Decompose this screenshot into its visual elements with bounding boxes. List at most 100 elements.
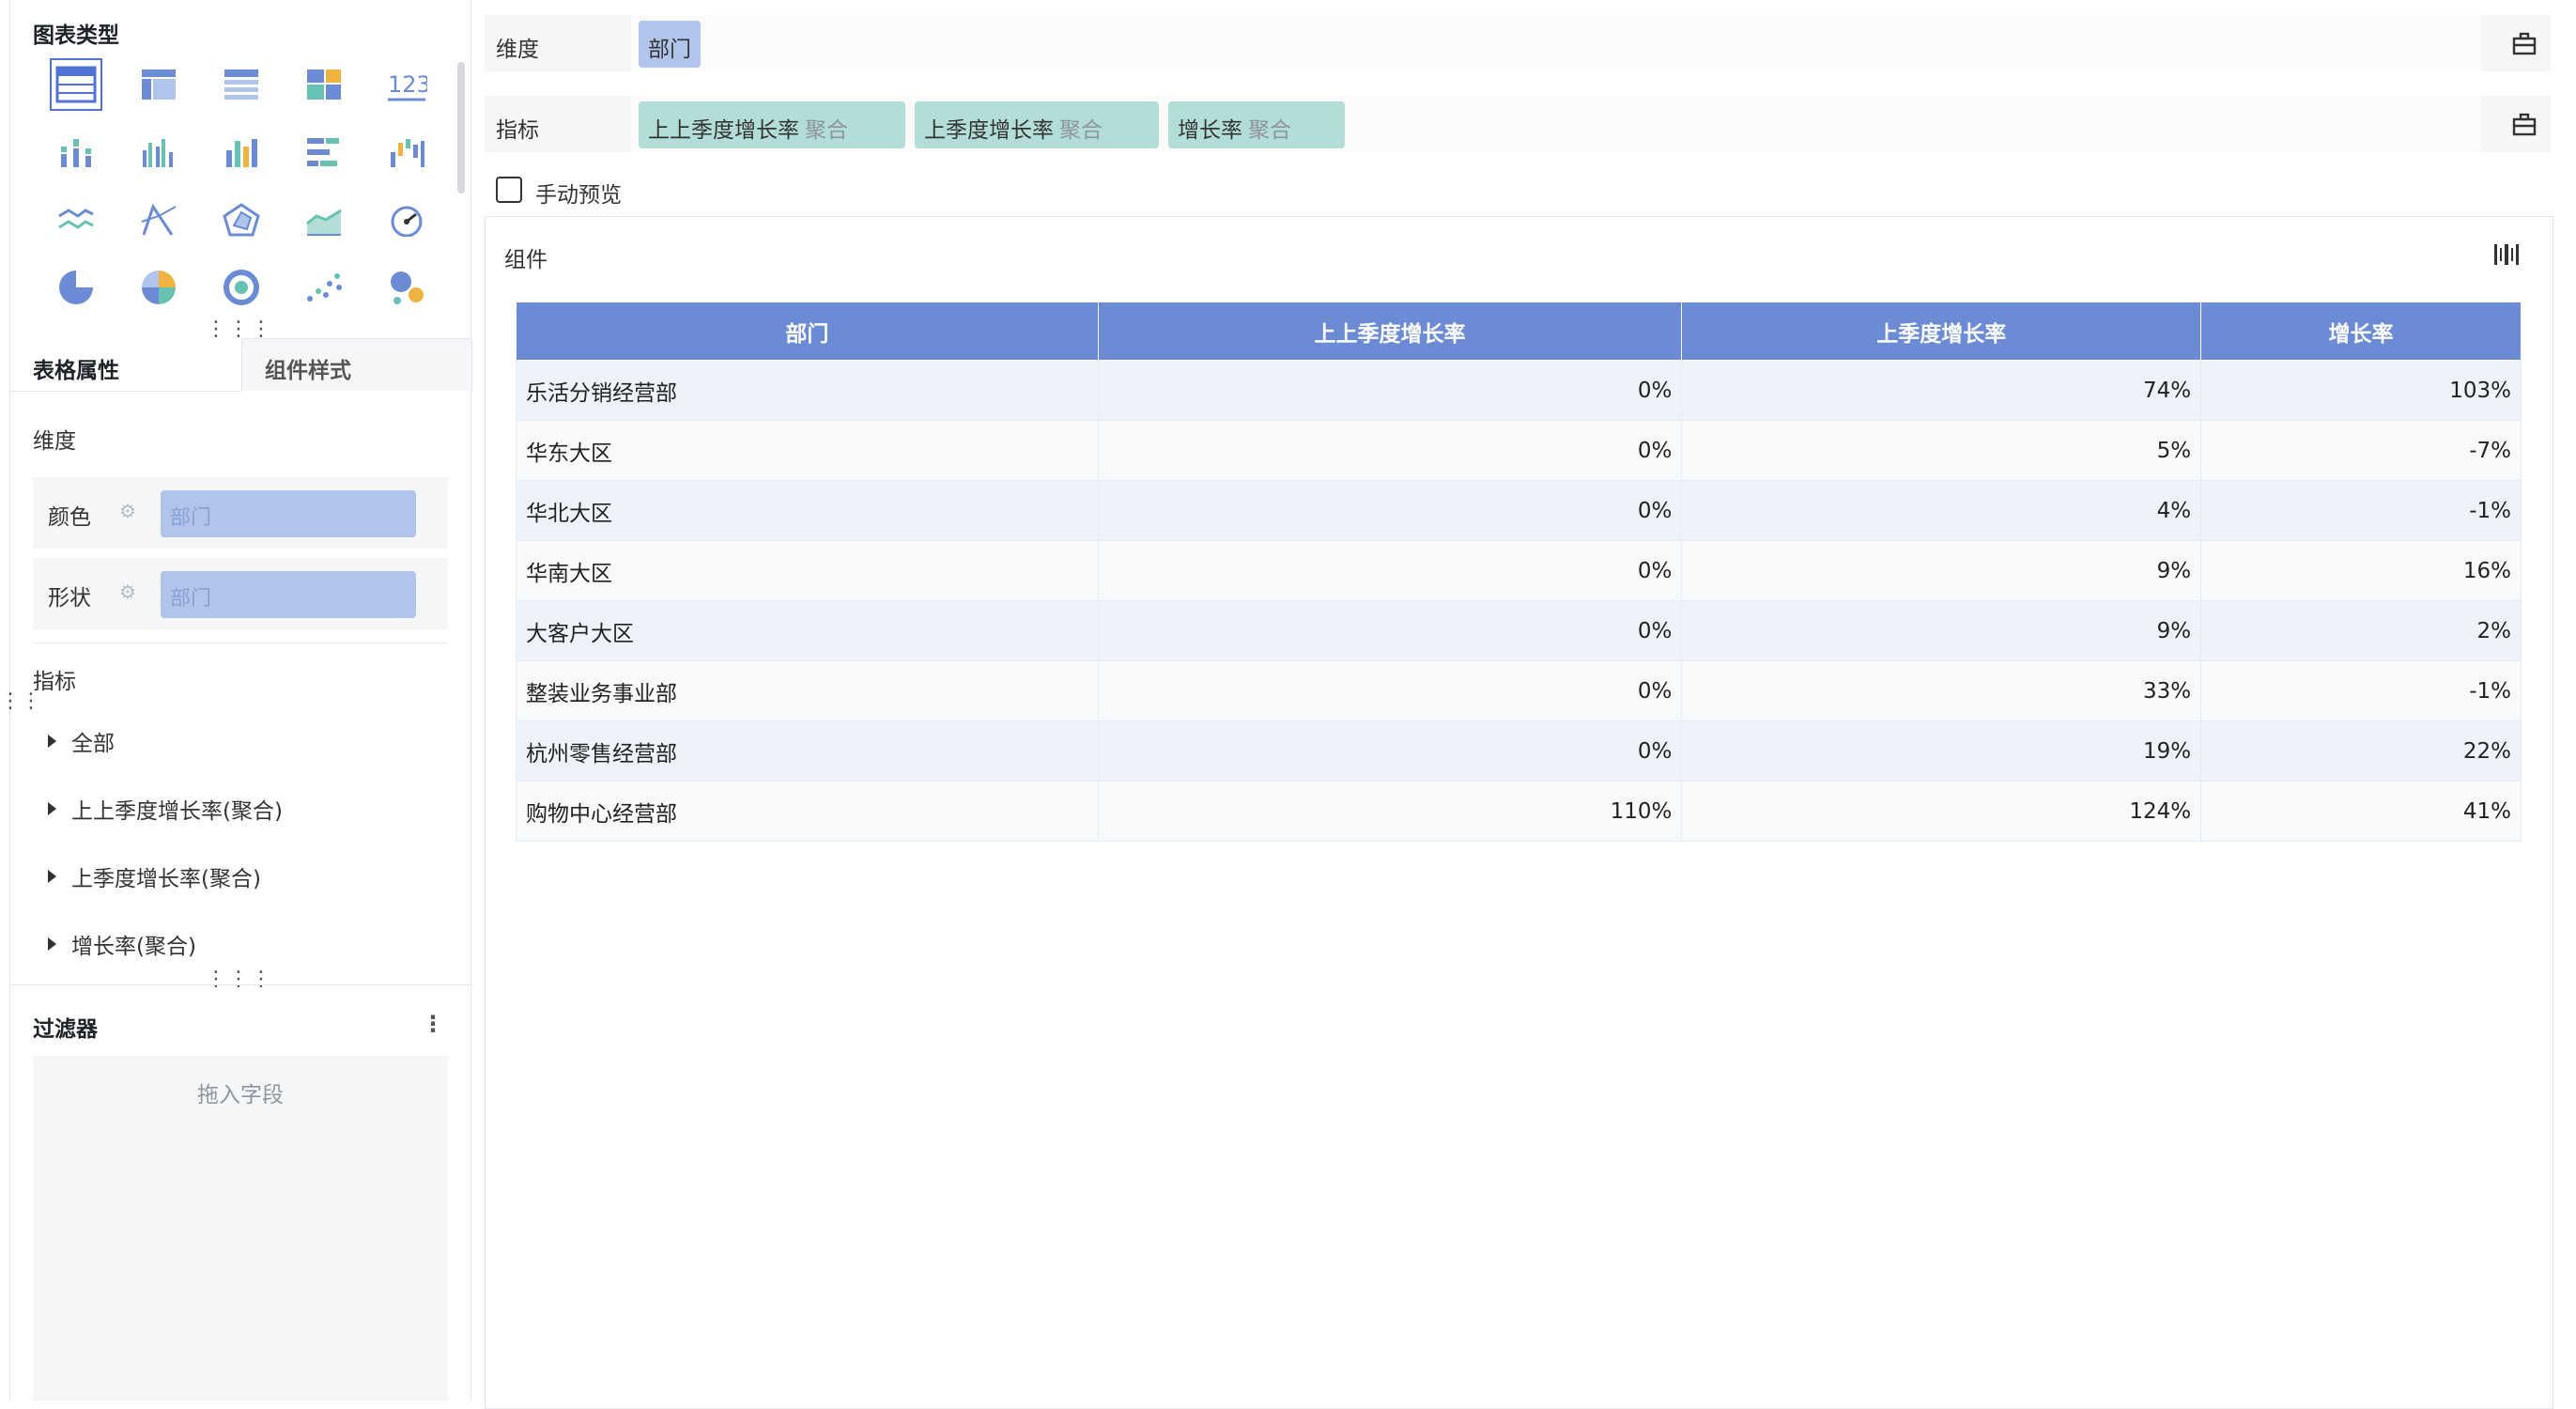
dimension-chip[interactable]: 部门 <box>639 21 701 68</box>
area-chart-icon[interactable] <box>298 194 350 246</box>
detail-table-icon[interactable] <box>215 58 268 111</box>
value-cell: 103% <box>2200 360 2522 421</box>
value-cell: 4% <box>1681 480 2202 541</box>
value-cell: 22% <box>2200 720 2522 782</box>
column-header[interactable]: 上上季度增长率 <box>1097 302 1683 361</box>
metric-chip-name: 增长率 <box>1178 118 1242 143</box>
value-cell: 0% <box>1097 360 1683 421</box>
resize-handle[interactable]: ⋮⋮⋮ <box>206 969 273 990</box>
kpi-number-icon[interactable]: 123 <box>380 58 433 111</box>
line-chart-icon[interactable] <box>50 194 102 246</box>
tree-item-growth[interactable]: 增长率(聚合) <box>48 928 196 960</box>
column-header[interactable]: 增长率 <box>2200 302 2522 361</box>
caret-right-icon <box>48 870 56 883</box>
shape-field-pill[interactable]: 部门 <box>161 571 416 618</box>
dimension-drop-zone[interactable]: 部门 <box>631 15 2481 71</box>
waterfall-icon[interactable] <box>380 126 433 178</box>
tree-item-qoq2[interactable]: 上上季度增长率(聚合) <box>48 793 283 825</box>
filter-title: 过滤器 <box>33 1017 98 1042</box>
panel-drag-handle[interactable]: ⋮⋮ <box>0 691 41 712</box>
column-chart-icon[interactable] <box>215 126 268 178</box>
dept-cell: 乐活分销经营部 <box>516 360 1099 421</box>
filter-placeholder: 拖入字段 <box>197 1083 284 1107</box>
table-row[interactable]: 华南大区 0% 9% 16% <box>516 540 2522 601</box>
manual-preview-checkbox[interactable] <box>496 177 522 203</box>
metric-shelf-label: 指标 <box>496 118 539 143</box>
tree-item-label: 全部 <box>71 732 115 756</box>
caret-right-icon <box>48 802 56 815</box>
pivot-table-icon[interactable] <box>132 58 185 111</box>
briefcase-icon[interactable] <box>2509 28 2539 58</box>
value-cell: -7% <box>2200 420 2522 481</box>
table-row[interactable]: 大客户大区 0% 9% 2% <box>516 600 2522 661</box>
table-row[interactable]: 购物中心经营部 110% 124% 41% <box>516 781 2522 842</box>
grouped-column-icon[interactable] <box>132 126 185 178</box>
radar-icon[interactable] <box>215 194 268 246</box>
rose-chart-icon[interactable] <box>132 261 185 314</box>
value-cell: 19% <box>1681 720 2202 782</box>
manual-preview-label: 手动预览 <box>535 183 622 208</box>
metric-chip[interactable]: 上上季度增长率 聚合 <box>639 101 905 148</box>
dept-cell: 华南大区 <box>516 540 1099 601</box>
tab-divider <box>10 391 241 392</box>
metric-chip-name: 上季度增长率 <box>924 118 1054 143</box>
tab-component-style: 组件样式 <box>265 359 351 383</box>
gear-icon[interactable]: ⚙ <box>119 581 136 603</box>
metric-chip-agg: 聚合 <box>1059 118 1103 143</box>
color-row: 颜色 ⚙ 部门 <box>33 477 448 549</box>
table-row[interactable]: 整装业务事业部 0% 33% -1% <box>516 660 2522 721</box>
value-cell: 33% <box>1681 660 2202 721</box>
stacked-column-icon[interactable] <box>50 126 102 178</box>
value-cell: 9% <box>1681 540 2202 601</box>
metric-chip[interactable]: 上季度增长率 聚合 <box>915 101 1159 148</box>
table-row[interactable]: 华北大区 0% 4% -1% <box>516 480 2522 541</box>
table-header-row: 部门 上上季度增长率 上季度增长率 增长率 <box>516 302 2522 361</box>
color-label: 颜色 <box>48 505 91 530</box>
gear-icon[interactable]: ⚙ <box>119 500 136 522</box>
value-cell: 124% <box>1681 781 2202 842</box>
column-header[interactable]: 上季度增长率 <box>1681 302 2202 361</box>
value-cell: 110% <box>1097 781 1683 842</box>
metric-shelf: 指标 上上季度增长率 聚合 上季度增长率 聚合 增长率 聚合 <box>485 96 2551 152</box>
filter-drop-zone[interactable]: 拖入字段 <box>33 1056 448 1401</box>
tree-item-all[interactable]: 全部 <box>48 725 115 757</box>
dept-cell: 华北大区 <box>516 480 1099 541</box>
value-cell: 5% <box>1681 420 2202 481</box>
data-table: 部门 上上季度增长率 上季度增长率 增长率 乐活分销经营部 0% 74% 103% 华东… <box>516 302 2522 842</box>
dimension-shelf: 维度 部门 <box>485 15 2551 71</box>
value-cell: 0% <box>1097 720 1683 782</box>
column-header[interactable]: 部门 <box>516 302 1099 361</box>
tab-table-properties[interactable]: 表格属性 <box>33 352 119 384</box>
main-area: 维度 部门 指标 上上季度增长率 聚合 上季度增长率 聚合 增长率 聚合 手动预览 组… <box>485 0 2576 1409</box>
dept-cell: 华东大区 <box>516 420 1099 481</box>
donut-chart-icon[interactable] <box>215 261 268 314</box>
metric-drop-zone[interactable]: 上上季度增长率 聚合 上季度增长率 聚合 增长率 聚合 <box>631 96 2481 152</box>
table-row[interactable]: 杭州零售经营部 0% 19% 22% <box>516 720 2522 782</box>
metric-chip-agg: 聚合 <box>805 118 848 143</box>
left-panel: 图表类型 123 ⋮⋮⋮ 表格属性 组件样式 维度 颜色 ⚙ 部门 形状 ⚙ 部… <box>9 0 472 1401</box>
scatter-icon[interactable] <box>298 261 350 314</box>
tab-component-style-bg[interactable]: 组件样式 <box>241 338 472 391</box>
table-row[interactable]: 乐活分销经营部 0% 74% 103% <box>516 360 2522 421</box>
table-row[interactable]: 华东大区 0% 5% -7% <box>516 420 2522 481</box>
briefcase-icon[interactable] <box>2509 109 2539 139</box>
dimension-section-label: 维度 <box>33 429 76 454</box>
tree-item-qoq[interactable]: 上季度增长率(聚合) <box>48 860 261 892</box>
dashboard-icon[interactable] <box>298 58 350 111</box>
scatter-line-icon[interactable] <box>132 194 185 246</box>
bubble-icon[interactable] <box>380 261 433 314</box>
color-field-pill[interactable]: 部门 <box>161 490 416 537</box>
shape-row: 形状 ⚙ 部门 <box>33 558 448 629</box>
gauge-icon[interactable] <box>380 194 433 246</box>
scrollbar[interactable] <box>457 62 465 194</box>
resize-handle[interactable]: ⋮⋮⋮ <box>206 319 273 340</box>
pie-chart-icon[interactable] <box>50 261 102 314</box>
metric-chip[interactable]: 增长率 聚合 <box>1168 101 1345 148</box>
chart-type-title: 图表类型 <box>33 23 119 48</box>
table-icon[interactable] <box>50 58 102 111</box>
svg-text:123: 123 <box>388 71 427 98</box>
tree-item-label: 上季度增长率(聚合) <box>71 867 261 891</box>
bar-chart-icon[interactable] <box>298 126 350 178</box>
more-vertical-icon[interactable]: ⋮ <box>422 1011 444 1037</box>
barcode-icon[interactable] <box>2491 240 2522 270</box>
